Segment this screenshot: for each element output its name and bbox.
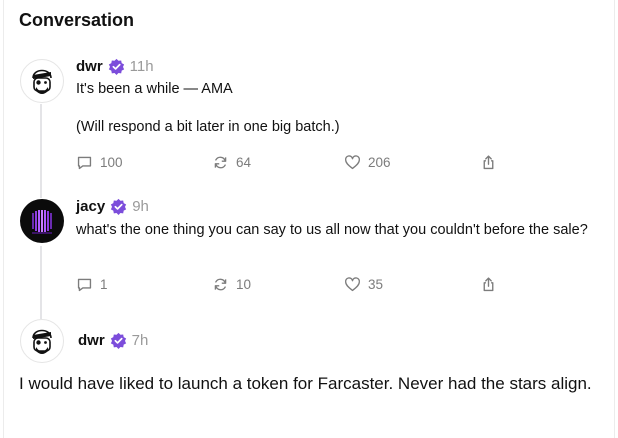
reply-count: 100	[100, 155, 123, 170]
recast-count: 64	[236, 155, 252, 170]
thread-connector	[40, 246, 42, 319]
share-button[interactable]	[480, 154, 497, 171]
verified-badge-icon	[108, 58, 124, 75]
recast-icon	[214, 156, 227, 169]
post-body: It's been a while — AMA (Will respond a …	[76, 80, 606, 137]
author-name[interactable]: dwr	[78, 332, 105, 349]
post-timestamp: 7h	[131, 332, 149, 349]
post-timestamp: 9h	[132, 198, 149, 215]
reply-button[interactable]: 100	[76, 154, 123, 171]
post-body: what's the one thing you can say to us a…	[76, 221, 606, 240]
recast-icon	[214, 278, 227, 291]
like-button[interactable]: 35	[344, 276, 383, 293]
post-text-line: It's been a while — AMA	[76, 81, 233, 97]
avatar[interactable]	[20, 59, 64, 103]
like-button[interactable]: 206	[344, 154, 391, 171]
avatar[interactable]	[20, 319, 64, 363]
like-icon	[345, 277, 360, 292]
like-count: 206	[368, 155, 391, 170]
frame-border-left	[3, 0, 4, 438]
reply-icon	[77, 156, 92, 170]
reply-button[interactable]: 1	[76, 276, 108, 293]
share-icon	[483, 155, 494, 170]
share-icon	[483, 277, 494, 292]
thread-connector	[40, 104, 42, 198]
post-header: jacy 9h	[76, 198, 149, 215]
recast-button[interactable]: 64	[212, 154, 251, 171]
purple-glow-avatar-icon	[32, 210, 52, 234]
post-timestamp: 11h	[129, 58, 154, 75]
page-title: Conversation	[19, 10, 135, 30]
pirate-face-avatar-icon	[32, 329, 52, 354]
like-count: 35	[368, 277, 384, 292]
reply-icon	[77, 278, 92, 292]
post-header: dwr 11h	[76, 58, 154, 75]
verified-badge-icon	[111, 198, 127, 215]
avatar[interactable]	[20, 199, 64, 243]
author-name[interactable]: jacy	[76, 198, 105, 215]
post-text-line: (Will respond a bit later in one big bat…	[76, 119, 340, 135]
verified-badge-icon	[110, 332, 126, 349]
recast-button[interactable]: 10	[212, 276, 251, 293]
frame-border-right	[614, 0, 615, 438]
post-actions: 1 10 35	[76, 276, 506, 296]
pirate-face-avatar-icon	[32, 69, 52, 94]
post-header: dwr 7h	[78, 332, 148, 349]
like-icon	[345, 155, 360, 170]
post-actions: 100 64 206	[76, 154, 506, 174]
recast-count: 10	[236, 277, 252, 292]
share-button[interactable]	[480, 276, 497, 293]
post-text-line: what's the one thing you can say to us a…	[76, 222, 588, 238]
reply-count: 1	[100, 277, 108, 292]
author-name[interactable]: dwr	[76, 58, 103, 75]
focused-post-body: I would have liked to launch a token for…	[19, 374, 592, 393]
